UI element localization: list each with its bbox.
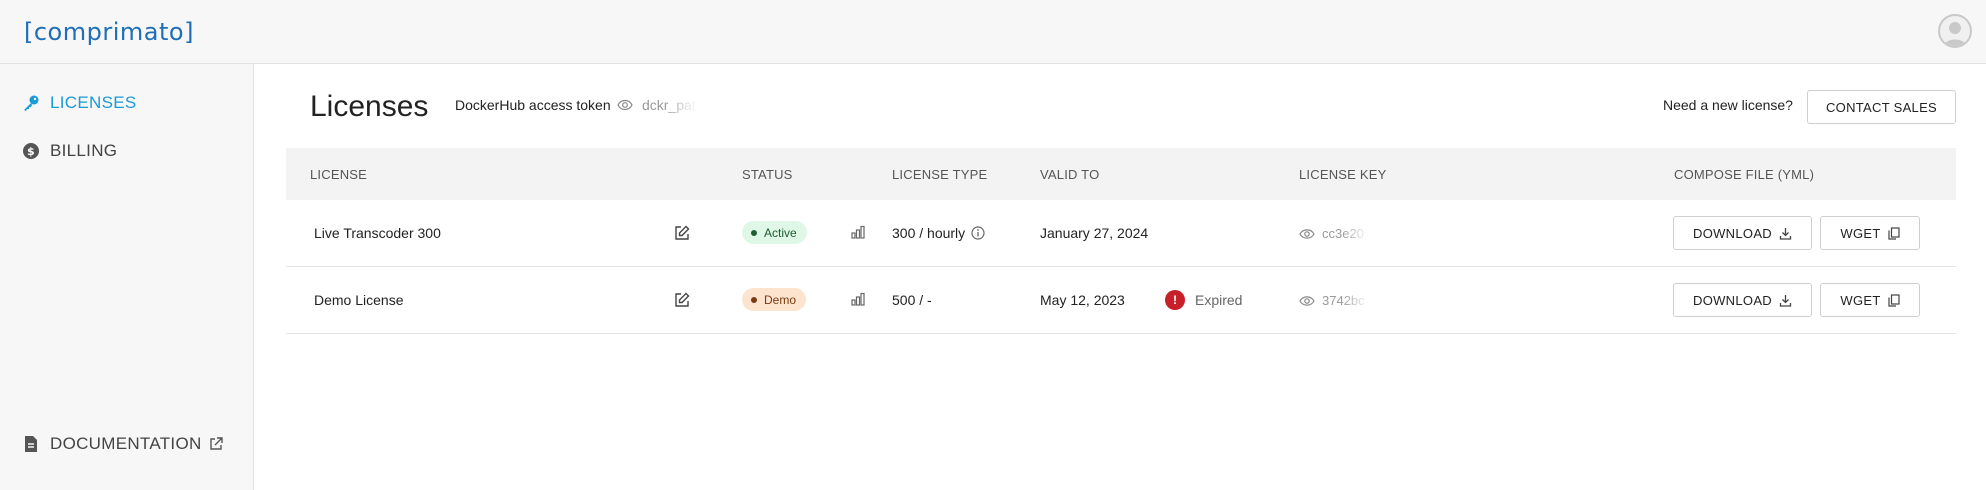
status-badge: Active	[742, 221, 807, 244]
page-title: Licenses	[310, 90, 429, 123]
download-icon	[1779, 294, 1792, 307]
document-icon	[22, 435, 40, 453]
copy-icon	[1887, 226, 1900, 240]
expired-label: Expired	[1195, 292, 1243, 308]
license-name: Live Transcoder 300	[314, 225, 441, 241]
svg-text:$: $	[27, 145, 35, 158]
eye-icon[interactable]	[1299, 227, 1315, 245]
top-bar: [comprimato]	[0, 0, 1986, 64]
license-key: cc3e20	[1322, 226, 1364, 241]
licenses-table: LICENSE STATUS LICENSE TYPE VALID TO LIC…	[286, 148, 1956, 334]
alert-icon: !	[1165, 290, 1185, 310]
license-type: 300 / hourly	[892, 225, 966, 241]
info-icon[interactable]	[971, 226, 985, 245]
comprimato-logo[interactable]: [comprimato]	[24, 18, 194, 46]
valid-to: January 27, 2024	[1040, 225, 1149, 241]
usage-chart-icon[interactable]	[851, 292, 865, 311]
usage-chart-icon[interactable]	[851, 225, 865, 244]
column-header: VALID TO	[1040, 167, 1100, 182]
wget-button[interactable]: WGET	[1820, 283, 1920, 317]
token-value: dckr_pat	[642, 97, 696, 113]
sidebar-item-label: LICENSES	[50, 93, 137, 112]
documentation-label: DOCUMENTATION	[50, 434, 202, 453]
column-header: STATUS	[742, 167, 793, 182]
eye-icon[interactable]	[1299, 294, 1315, 312]
column-header: LICENSE	[310, 167, 368, 182]
table-row: Live Transcoder 300 Active 300 / hourly …	[286, 200, 1956, 267]
valid-to: May 12, 2023	[1040, 292, 1125, 308]
main-content: Licenses DockerHub access token dckr_pat…	[255, 64, 1986, 490]
need-license-label: Need a new license?	[1663, 97, 1793, 113]
contact-sales-button[interactable]: CONTACT SALES	[1807, 90, 1956, 124]
sidebar: LICENSES $ BILLING DOCUMENTATION	[0, 64, 254, 490]
key-icon	[22, 94, 40, 112]
table-header: LICENSE STATUS LICENSE TYPE VALID TO LIC…	[286, 148, 1956, 200]
license-type: 500 / -	[892, 292, 932, 308]
edit-icon[interactable]	[674, 225, 690, 246]
wget-button[interactable]: WGET	[1820, 216, 1920, 250]
column-header: LICENSE KEY	[1299, 167, 1387, 182]
documentation-link[interactable]: DOCUMENTATION	[22, 434, 223, 454]
status-badge: Demo	[742, 288, 807, 311]
sidebar-item-licenses[interactable]: LICENSES	[22, 93, 137, 113]
token-label: DockerHub access token	[455, 97, 611, 113]
license-key: 3742bc	[1322, 293, 1365, 308]
table-row: Demo License Demo 500 / - May 12, 2023 !…	[286, 267, 1956, 334]
edit-icon[interactable]	[674, 292, 690, 313]
download-icon	[1779, 227, 1792, 240]
download-button[interactable]: DOWNLOAD	[1673, 283, 1812, 317]
external-link-icon	[209, 437, 223, 451]
license-name: Demo License	[314, 292, 404, 308]
dollar-icon: $	[22, 142, 40, 160]
column-header: LICENSE TYPE	[892, 167, 988, 182]
sidebar-item-label: BILLING	[50, 141, 118, 160]
download-button[interactable]: DOWNLOAD	[1673, 216, 1812, 250]
copy-icon	[1887, 293, 1900, 307]
sidebar-item-billing[interactable]: $ BILLING	[22, 141, 117, 161]
column-header: COMPOSE FILE (YML)	[1674, 167, 1815, 182]
user-avatar-icon[interactable]	[1938, 14, 1972, 48]
eye-icon[interactable]	[617, 98, 633, 117]
